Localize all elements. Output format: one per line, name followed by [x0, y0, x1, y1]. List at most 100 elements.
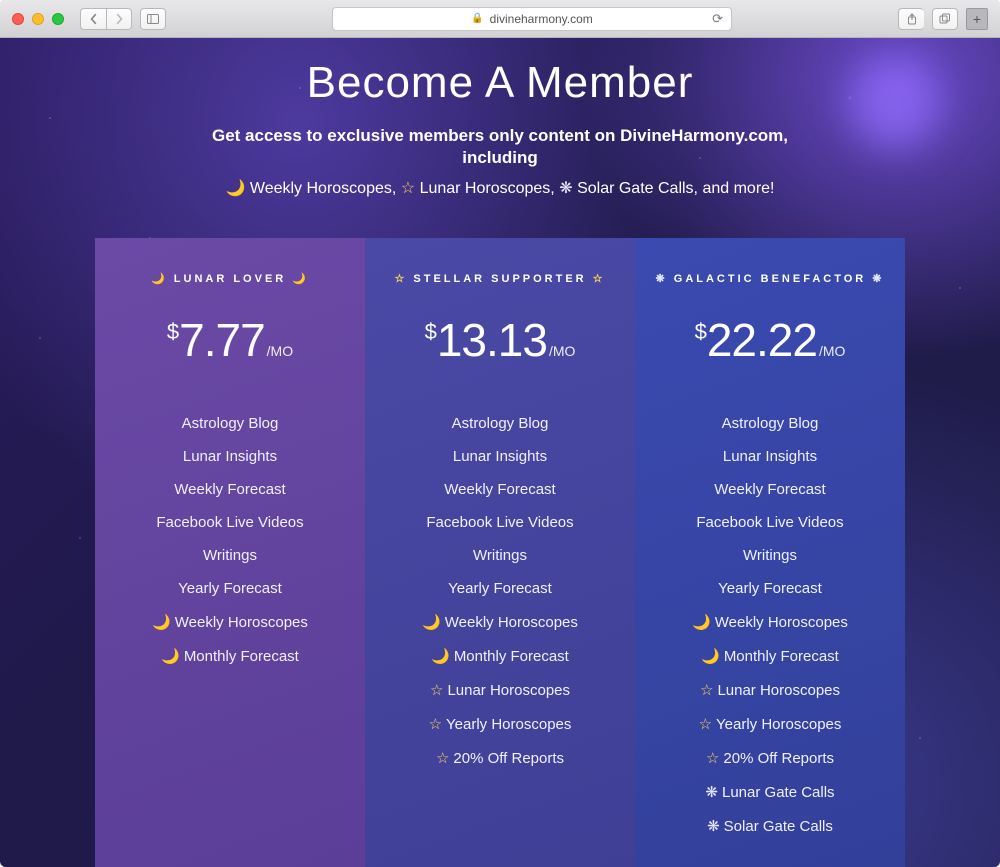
plan-price: $13.13/mo [383, 313, 617, 367]
chevron-left-icon [88, 13, 100, 25]
feature-label: Lunar Gate Calls [722, 784, 835, 801]
feature-item: ☆Yearly Horoscopes [653, 707, 887, 741]
feature-label: Lunar Insights [183, 448, 277, 465]
feature-item: 🌙Monthly Forecast [113, 639, 347, 673]
hero-feature-3: Solar Gate Calls, and more! [577, 180, 774, 197]
star-icon: ☆ [700, 682, 713, 699]
price-value: 7.77 [179, 313, 265, 367]
feature-label: Writings [203, 547, 257, 564]
close-window-button[interactable] [12, 13, 24, 25]
star-icon: ☆ [401, 180, 415, 197]
price-period: /mo [819, 343, 845, 359]
feature-item: 🌙Monthly Forecast [383, 639, 617, 673]
sun-icon: ❋ [707, 818, 720, 835]
feature-label: Yearly Forecast [718, 580, 822, 597]
feature-label: Weekly Horoscopes [175, 614, 308, 631]
star-icon: ☆ [430, 682, 443, 699]
feature-label: Weekly Forecast [444, 481, 555, 498]
star-icon: ☆ [394, 273, 407, 285]
feature-label: Monthly Forecast [454, 648, 569, 665]
feature-label: Lunar Horoscopes [717, 682, 840, 699]
feature-item: Weekly Forecast [653, 473, 887, 506]
maximize-window-button[interactable] [52, 13, 64, 25]
reload-button[interactable]: ⟳ [712, 11, 723, 27]
moon-icon: 🌙 [292, 273, 309, 285]
minimize-window-button[interactable] [32, 13, 44, 25]
feature-label: Monthly Forecast [184, 648, 299, 665]
chevron-right-icon [113, 13, 125, 25]
moon-icon: 🌙 [226, 180, 246, 197]
feature-item: Weekly Forecast [383, 473, 617, 506]
sun-icon: ❋ [872, 273, 884, 285]
feature-label: Facebook Live Videos [156, 514, 303, 531]
price-period: /mo [267, 343, 293, 359]
feature-label: Weekly Horoscopes [445, 614, 578, 631]
feature-item: 🌙Monthly Forecast [653, 639, 887, 673]
feature-item: Lunar Insights [653, 440, 887, 473]
feature-item: Astrology Blog [113, 407, 347, 440]
feature-item: Weekly Forecast [113, 473, 347, 506]
feature-label: Weekly Forecast [714, 481, 825, 498]
page-title: Become A Member [40, 58, 960, 108]
feature-label: Lunar Insights [453, 448, 547, 465]
plan-card[interactable]: ☆ Stellar Supporter ☆ $13.13/mo Astrology … [365, 238, 635, 867]
feature-item: Facebook Live Videos [383, 506, 617, 539]
feature-label: Facebook Live Videos [696, 514, 843, 531]
feature-item: 🌙Weekly Horoscopes [383, 605, 617, 639]
feature-label: Solar Gate Calls [724, 818, 833, 835]
moon-icon: 🌙 [431, 648, 450, 665]
feature-item: Lunar Insights [113, 440, 347, 473]
moon-icon: 🌙 [161, 648, 180, 665]
moon-icon: 🌙 [422, 614, 441, 631]
hero-subtitle-line1: Get access to exclusive members only con… [40, 126, 960, 146]
plan-name: ☆ Stellar Supporter ☆ [383, 272, 617, 285]
share-button[interactable] [898, 8, 924, 30]
feature-label: Yearly Forecast [448, 580, 552, 597]
sun-icon: ❋ [705, 784, 718, 801]
feature-item: Writings [653, 539, 887, 572]
feature-label: Writings [473, 547, 527, 564]
new-tab-button[interactable]: + [966, 8, 988, 30]
share-icon [906, 13, 918, 25]
price-value: 13.13 [437, 313, 547, 367]
back-button[interactable] [80, 8, 106, 30]
feature-item: Yearly Forecast [653, 572, 887, 605]
feature-item: ☆20% Off Reports [383, 741, 617, 775]
feature-label: Writings [743, 547, 797, 564]
tabs-button[interactable] [932, 8, 958, 30]
currency-symbol: $ [425, 319, 437, 345]
moon-icon: 🌙 [692, 614, 711, 631]
browser-titlebar: 🔒 divineharmony.com ⟳ + [0, 0, 1000, 38]
page-content: Become A Member Get access to exclusive … [0, 38, 1000, 867]
address-bar[interactable]: 🔒 divineharmony.com ⟳ [332, 7, 732, 31]
moon-icon: 🌙 [701, 648, 720, 665]
plan-card[interactable]: 🌙 Lunar Lover 🌙$7.77/moAstrology BlogLun… [95, 238, 365, 867]
feature-label: Astrology Blog [452, 415, 549, 432]
feature-label: Yearly Forecast [178, 580, 282, 597]
browser-window: 🔒 divineharmony.com ⟳ + Become A Member … [0, 0, 1000, 867]
forward-button[interactable] [106, 8, 132, 30]
plan-features: Astrology Blog Lunar Insights Weekly Forec… [113, 407, 347, 673]
feature-label: Yearly Horoscopes [716, 716, 841, 733]
star-icon: ☆ [436, 750, 449, 767]
currency-symbol: $ [695, 319, 707, 345]
feature-item: ❋Lunar Gate Calls [653, 775, 887, 809]
feature-item: ☆Lunar Horoscopes [653, 673, 887, 707]
sun-icon: ❋ [655, 273, 667, 285]
sidebar-toggle-button[interactable] [140, 8, 166, 30]
hero-subtitle-line2: including [40, 148, 960, 168]
feature-label: Lunar Horoscopes [447, 682, 570, 699]
hero-section: Become A Member Get access to exclusive … [0, 58, 1000, 198]
feature-item: Facebook Live Videos [113, 506, 347, 539]
plan-card[interactable]: ❋ Galactic Benefactor ❋$22.22/moAstrolog… [635, 238, 905, 867]
plan-name-label: Stellar Supporter [407, 273, 592, 285]
feature-item: 🌙Weekly Horoscopes [653, 605, 887, 639]
feature-label: Facebook Live Videos [426, 514, 573, 531]
feature-item: ❋Solar Gate Calls [653, 809, 887, 843]
sidebar-icon [147, 13, 159, 25]
moon-icon: 🌙 [152, 614, 171, 631]
price-value: 22.22 [707, 313, 817, 367]
moon-icon: 🌙 [151, 273, 168, 285]
star-icon: ☆ [593, 273, 606, 285]
feature-label: Monthly Forecast [724, 648, 839, 665]
